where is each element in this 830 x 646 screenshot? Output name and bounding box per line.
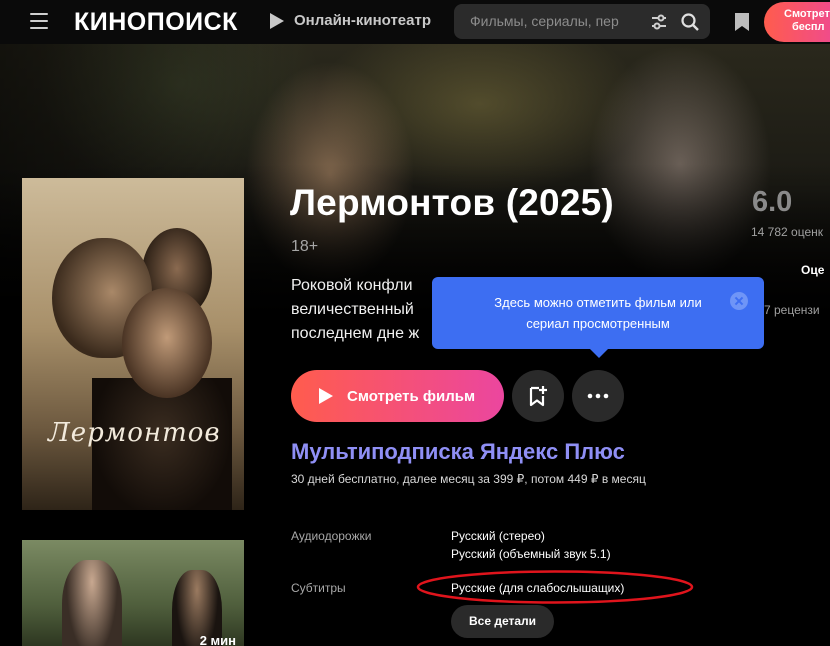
online-cinema-link[interactable]: Онлайн-кинотеатр <box>270 12 431 29</box>
film-rating: 6.0 <box>752 186 793 218</box>
reviews-link[interactable]: 7 рецензи <box>764 303 820 317</box>
description-line: последнем дне ж <box>291 325 420 342</box>
rate-button[interactable]: Оце <box>801 263 824 277</box>
watch-film-button[interactable]: Смотреть фильм <box>291 370 504 422</box>
trailer-thumbnail[interactable]: 2 мин <box>22 540 244 646</box>
film-description: Роковой конфли величественный последнем … <box>291 274 441 346</box>
audio-track-value: Русский (объемный звук 5.1) <box>451 547 611 561</box>
bookmark-icon[interactable] <box>734 12 750 32</box>
rating-count: 14 782 оценк <box>751 225 823 239</box>
search-placeholder: Фильмы, сериалы, пер <box>470 13 619 29</box>
search-input[interactable]: Фильмы, сериалы, пер <box>454 4 710 39</box>
audio-tracks-label: Аудиодорожки <box>291 529 372 543</box>
watch-free-line2: беспл <box>792 21 825 33</box>
watch-film-label: Смотреть фильм <box>347 387 476 405</box>
tooltip-arrow <box>590 349 608 358</box>
watch-free-line1: Смотрет <box>784 8 830 20</box>
all-details-button[interactable]: Все детали <box>451 605 554 638</box>
subscription-note: 30 дней бесплатно, далее месяц за 399 ₽,… <box>291 472 646 486</box>
close-icon[interactable] <box>730 292 748 310</box>
online-cinema-label: Онлайн-кинотеатр <box>294 12 431 29</box>
subscription-link[interactable]: Мультиподписка Яндекс Плюс <box>291 439 625 465</box>
ellipsis-icon <box>587 393 609 399</box>
film-poster[interactable]: Лермонтов <box>22 178 244 510</box>
watched-tooltip: Здесь можно отметить фильм или сериал пр… <box>432 277 764 358</box>
menu-icon[interactable] <box>30 13 48 29</box>
poster-title: Лермонтов <box>48 418 221 448</box>
red-highlight-ellipse <box>416 570 694 604</box>
kinopoisk-logo[interactable]: КИНОПОИСК <box>74 8 238 36</box>
description-line: Роковой конфли <box>291 277 413 294</box>
watch-free-button[interactable]: Смотрет беспл <box>764 2 830 42</box>
tooltip-text: Здесь можно отметить фильм или сериал пр… <box>494 295 702 331</box>
top-header: КИНОПОИСК Онлайн-кинотеатр Фильмы, сериа… <box>0 0 830 44</box>
subtitles-label: Субтитры <box>291 581 346 595</box>
more-options-button[interactable] <box>572 370 624 422</box>
trailer-duration: 2 мин <box>199 633 236 646</box>
add-to-favorites-button[interactable] <box>512 370 564 422</box>
film-title: Лермонтов (2025) <box>290 182 614 223</box>
search-icon[interactable] <box>680 12 700 32</box>
age-rating: 18+ <box>291 238 319 255</box>
play-icon <box>270 12 284 29</box>
bookmark-plus-icon <box>529 386 547 407</box>
filter-icon[interactable] <box>650 13 668 31</box>
play-icon <box>319 388 333 404</box>
description-line: величественный <box>291 301 414 318</box>
audio-track-value: Русский (стерео) <box>451 529 545 543</box>
